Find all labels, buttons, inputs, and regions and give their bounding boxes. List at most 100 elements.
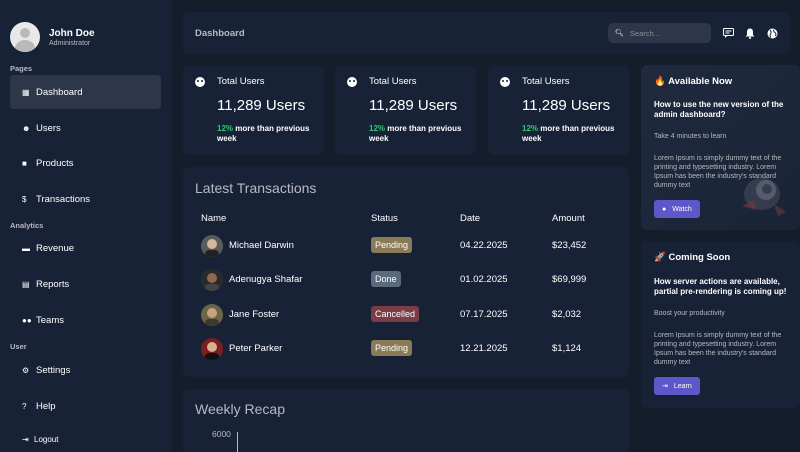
section-user: User	[10, 342, 27, 351]
sidebar-item-transactions[interactable]: $ Transactions	[10, 182, 161, 216]
table-row[interactable]: Peter Parker Pending 12.21.2025 $1,124	[183, 338, 629, 372]
column-header-status: Status	[371, 213, 398, 224]
weekly-recap-card: Weekly Recap 6000	[183, 389, 629, 452]
promo-question: How server actions are available, partia…	[654, 277, 787, 296]
shopping-bag-icon: ■	[22, 158, 27, 168]
stat-card: Total Users 11,289 Users 12% more than p…	[335, 65, 476, 155]
topbar: Dashboard 🔍︎	[183, 12, 790, 54]
promo-body: Lorem Ipsum is simply dummy text of the …	[654, 332, 782, 366]
transaction-amount: $23,452	[552, 240, 587, 251]
user-stat-icon	[347, 77, 357, 87]
watch-button[interactable]: ● Watch	[654, 200, 700, 218]
stat-title: Total Users	[217, 76, 265, 87]
stat-title: Total Users	[522, 76, 570, 87]
sidebar-item-label: Settings	[36, 364, 71, 376]
transaction-date: 04.22.2025	[460, 240, 508, 251]
learn-button-label: Learn	[673, 382, 692, 390]
sidebar-item-revenue[interactable]: ▬ Revenue	[10, 231, 161, 265]
stat-percent: 12%	[217, 124, 234, 133]
sidebar-item-label: Users	[36, 122, 61, 134]
user-profile: John Doe Administrator	[10, 22, 95, 52]
play-icon: ●	[662, 205, 667, 213]
user-stat-icon	[195, 77, 205, 87]
stat-detail: 12% more than previous week	[522, 124, 632, 144]
sidebar-item-label: Revenue	[36, 242, 75, 254]
stat-percent: 12%	[369, 124, 386, 133]
sidebar-item-reports[interactable]: ▤ Reports	[10, 267, 161, 301]
stat-value: 11,289 Users	[522, 97, 611, 114]
transactions-title: Latest Transactions	[195, 180, 317, 196]
briefcase-icon: ▬	[22, 243, 30, 253]
search-box[interactable]: 🔍︎	[608, 23, 711, 43]
weekly-recap-title: Weekly Recap	[195, 401, 286, 417]
promo-heading: 🔥 Available Now	[654, 76, 733, 87]
gear-icon: ⚙	[22, 365, 30, 375]
transaction-name: Peter Parker	[229, 343, 283, 354]
transaction-name: Michael Darwin	[229, 240, 294, 251]
user-role: Administrator	[49, 39, 91, 47]
transactions-card: Latest Transactions Name Status Date Amo…	[183, 167, 629, 377]
promo-question: How to use the new version of the admin …	[654, 100, 784, 119]
dollar-icon: $	[22, 194, 27, 204]
arrow-icon: ⇥	[662, 383, 668, 390]
status-badge: Cancelled	[371, 306, 420, 322]
stat-card: Total Users 11,289 Users 12% more than p…	[183, 65, 324, 155]
sidebar: John Doe Administrator Pages ▦ Dashboard…	[0, 0, 172, 452]
sidebar-item-help[interactable]: ? Help	[10, 389, 161, 423]
sidebar-item-label: Teams	[36, 314, 64, 326]
status-badge: Pending	[371, 237, 413, 253]
sidebar-item-settings[interactable]: ⚙ Settings	[10, 353, 161, 387]
column-header-name: Name	[201, 213, 227, 224]
y-axis-tick: 6000	[212, 429, 231, 439]
table-row[interactable]: Adenugya Shafar Done 01.02.2025 $69,999	[183, 269, 629, 303]
transaction-name: Jane Foster	[229, 309, 280, 320]
globe-icon[interactable]	[766, 27, 778, 39]
sidebar-item-products[interactable]: ■ Products	[10, 146, 161, 180]
learn-button[interactable]: ⇥ Learn	[654, 377, 700, 395]
transaction-amount: $2,032	[552, 309, 582, 320]
column-header-date: Date	[460, 213, 481, 224]
avatar	[201, 269, 223, 291]
page-title: Dashboard	[195, 28, 245, 39]
y-axis-line	[237, 432, 238, 452]
stat-detail: 12% more than previous week	[369, 124, 479, 144]
help-icon: ?	[22, 401, 27, 411]
search-icon: 🔍︎	[615, 30, 624, 37]
promo-subtitle: Take 4 minutes to learn	[654, 133, 727, 140]
stat-percent: 12%	[522, 124, 539, 133]
sidebar-item-dashboard[interactable]: ▦ Dashboard	[10, 75, 161, 109]
logout-button[interactable]: ⇥ Logout	[22, 435, 58, 444]
logout-icon: ⇥	[22, 435, 29, 444]
sidebar-item-label: Reports	[36, 278, 70, 290]
transaction-date: 12.21.2025	[460, 343, 508, 354]
transaction-amount: $1,124	[552, 343, 582, 354]
section-pages: Pages	[10, 64, 33, 73]
sidebar-item-teams[interactable]: ●● Teams	[10, 303, 161, 337]
notifications-icon[interactable]	[744, 27, 756, 39]
logout-label: Logout	[34, 435, 59, 444]
watch-button-label: Watch	[672, 205, 692, 213]
section-analytics: Analytics	[10, 221, 44, 230]
astronaut-illustration	[742, 178, 786, 216]
transaction-name: Adenugya Shafar	[229, 274, 303, 285]
table-row[interactable]: Jane Foster Cancelled 07.17.2025 $2,032	[183, 304, 629, 338]
avatar	[201, 235, 223, 257]
chart-icon: ▤	[22, 279, 30, 289]
sidebar-item-label: Dashboard	[36, 86, 83, 98]
promo-card-available: 🔥 Available Now How to use the new versi…	[641, 65, 800, 230]
avatar	[201, 338, 223, 360]
column-header-amount: Amount	[552, 213, 585, 224]
sidebar-item-label: Transactions	[36, 193, 91, 205]
promo-subtitle: Boost your productivity	[654, 310, 725, 317]
search-input[interactable]	[629, 28, 702, 38]
stat-title: Total Users	[369, 76, 417, 87]
users-icon: ☻	[22, 123, 31, 133]
transaction-date: 01.02.2025	[460, 274, 508, 285]
promo-heading: 🚀 Coming Soon	[654, 252, 731, 263]
avatar	[201, 304, 223, 326]
messages-icon[interactable]	[722, 27, 734, 39]
sidebar-item-users[interactable]: ☻ Users	[10, 111, 161, 145]
table-row[interactable]: Michael Darwin Pending 04.22.2025 $23,45…	[183, 235, 629, 269]
promo-card-coming-soon: 🚀 Coming Soon How server actions are ava…	[641, 241, 800, 408]
sidebar-item-label: Products	[36, 157, 74, 169]
